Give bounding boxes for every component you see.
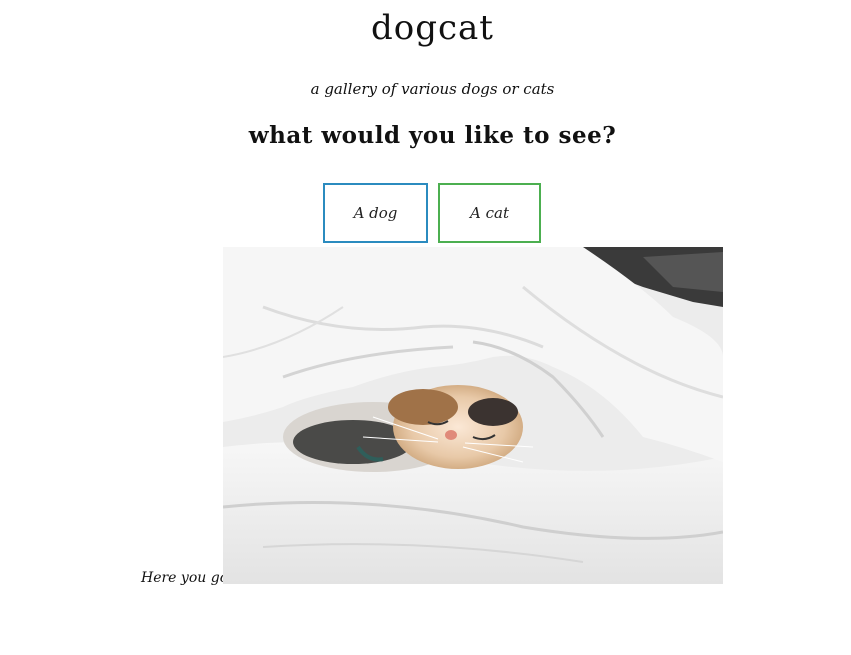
site-title: dogcat bbox=[371, 8, 494, 48]
dog-button-label: A dog bbox=[353, 204, 398, 222]
cat-button-label: A cat bbox=[470, 204, 509, 222]
site-tagline: a gallery of various dogs or cats bbox=[310, 80, 555, 98]
cat-photo bbox=[223, 247, 723, 584]
result-caption: Here you go! bbox=[141, 570, 234, 586]
dog-button[interactable]: A dog bbox=[323, 183, 428, 243]
choice-prompt: what would you like to see? bbox=[248, 122, 617, 149]
cat-button[interactable]: A cat bbox=[438, 183, 541, 243]
